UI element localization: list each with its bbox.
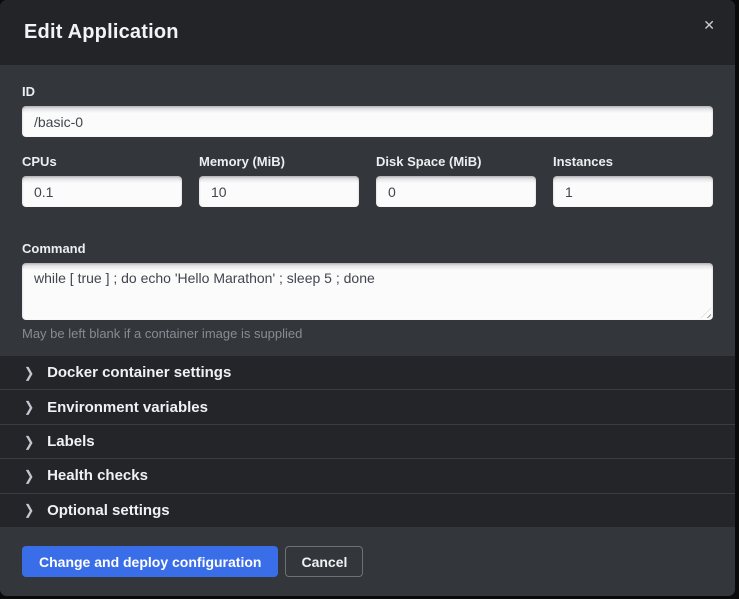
section-title: Docker container settings bbox=[47, 364, 231, 381]
chevron-right-icon: ❯ bbox=[24, 400, 34, 414]
modal-title: Edit Application bbox=[24, 21, 179, 44]
collapsible-sections: ❯ Docker container settings ❯ Environmen… bbox=[0, 356, 735, 527]
disk-field-group: Disk Space (MiB) bbox=[376, 154, 536, 207]
section-health-checks[interactable]: ❯ Health checks bbox=[0, 458, 735, 492]
chevron-right-icon: ❯ bbox=[24, 469, 34, 483]
section-title: Labels bbox=[47, 433, 95, 450]
command-textarea-wrap: while [ true ] ; do echo 'Hello Marathon… bbox=[22, 263, 713, 320]
modal-header: Edit Application ✕ bbox=[0, 0, 735, 65]
edit-application-modal: Edit Application ✕ ID CPUs Memory (MiB) … bbox=[0, 0, 735, 596]
section-environment-variables[interactable]: ❯ Environment variables bbox=[0, 389, 735, 423]
id-field-group: ID bbox=[22, 84, 713, 137]
memory-label: Memory (MiB) bbox=[199, 154, 359, 170]
chevron-right-icon: ❯ bbox=[24, 503, 34, 517]
disk-input[interactable] bbox=[376, 176, 536, 207]
command-textarea[interactable]: while [ true ] ; do echo 'Hello Marathon… bbox=[22, 263, 713, 320]
cpus-field-group: CPUs bbox=[22, 154, 182, 207]
id-label: ID bbox=[22, 84, 713, 100]
section-labels[interactable]: ❯ Labels bbox=[0, 424, 735, 458]
memory-field-group: Memory (MiB) bbox=[199, 154, 359, 207]
modal-form: ID CPUs Memory (MiB) Disk Space (MiB) In… bbox=[0, 65, 735, 356]
close-icon[interactable]: ✕ bbox=[699, 14, 719, 36]
cpus-input[interactable] bbox=[22, 176, 182, 207]
instances-input[interactable] bbox=[553, 176, 713, 207]
command-field-group: Command while [ true ] ; do echo 'Hello … bbox=[22, 241, 713, 341]
section-title: Health checks bbox=[47, 467, 148, 484]
resources-row: CPUs Memory (MiB) Disk Space (MiB) Insta… bbox=[22, 154, 713, 224]
command-help-text: May be left blank if a container image i… bbox=[22, 326, 713, 341]
cpus-label: CPUs bbox=[22, 154, 182, 170]
instances-label: Instances bbox=[553, 154, 713, 170]
id-input[interactable] bbox=[22, 106, 713, 137]
chevron-right-icon: ❯ bbox=[24, 435, 34, 449]
memory-input[interactable] bbox=[199, 176, 359, 207]
command-label: Command bbox=[22, 241, 713, 257]
section-optional-settings[interactable]: ❯ Optional settings bbox=[0, 493, 735, 527]
change-and-deploy-button[interactable]: Change and deploy configuration bbox=[22, 546, 278, 577]
disk-label: Disk Space (MiB) bbox=[376, 154, 536, 170]
modal-footer: Change and deploy configuration Cancel bbox=[0, 527, 735, 596]
section-title: Environment variables bbox=[47, 399, 208, 416]
section-docker-container-settings[interactable]: ❯ Docker container settings bbox=[0, 356, 735, 389]
instances-field-group: Instances bbox=[553, 154, 713, 224]
cancel-button[interactable]: Cancel bbox=[285, 546, 363, 577]
section-title: Optional settings bbox=[47, 502, 170, 519]
chevron-right-icon: ❯ bbox=[24, 366, 34, 380]
